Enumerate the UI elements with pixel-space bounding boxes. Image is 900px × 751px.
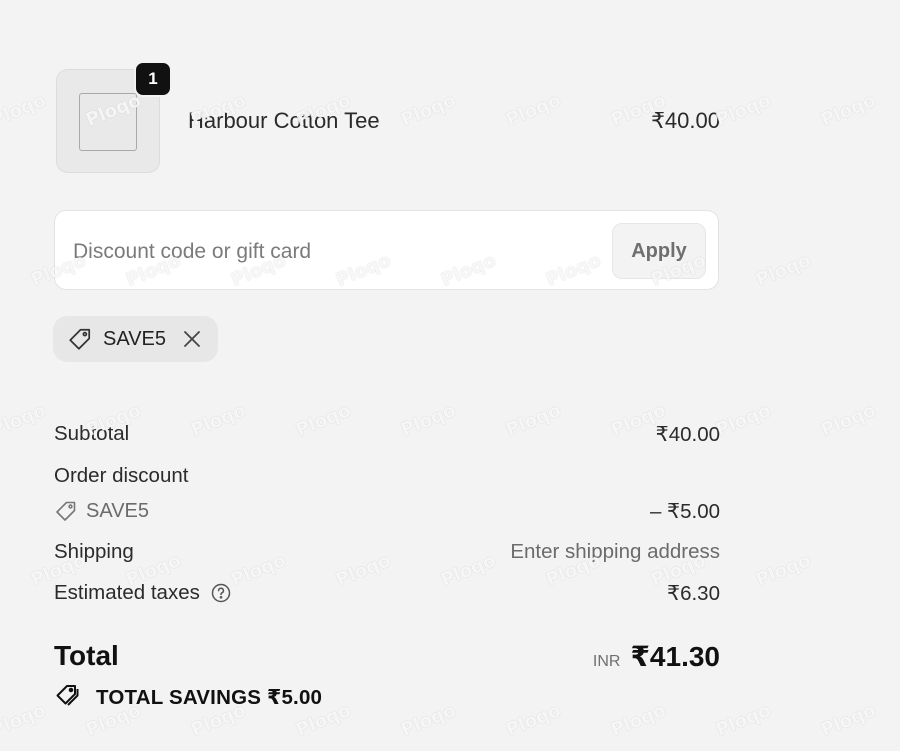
apply-button[interactable]: Apply	[612, 223, 706, 279]
applied-discount-chip: SAVE5	[53, 316, 218, 362]
subtotal-label: Subtotal	[54, 422, 130, 445]
tags-icon	[54, 683, 84, 711]
tag-icon	[67, 326, 93, 352]
total-currency: INR	[592, 653, 621, 670]
watermark-text: Ploqo	[503, 400, 564, 441]
watermark-text: Ploqo	[0, 700, 49, 741]
shipping-value: Enter shipping address	[510, 540, 720, 563]
subtotal-value: ₹40.00	[655, 423, 720, 446]
watermark-text: Ploqo	[713, 90, 774, 131]
watermark-text: Ploqo	[438, 550, 499, 591]
product-price: ₹40.00	[650, 108, 720, 133]
watermark-text: Ploqo	[818, 700, 879, 741]
discount-code-row: SAVE5	[54, 499, 149, 523]
watermark-text: Ploqo	[398, 700, 459, 741]
watermark-text: Ploqo	[0, 90, 49, 131]
watermark-text: Ploqo	[293, 400, 354, 441]
taxes-row: Estimated taxes	[54, 581, 232, 605]
image-placeholder-icon	[79, 93, 137, 151]
watermark-text: Ploqo	[818, 90, 879, 131]
savings-text: TOTAL SAVINGS ₹5.00	[96, 685, 323, 709]
discount-input[interactable]	[71, 231, 595, 273]
total-savings: TOTAL SAVINGS ₹5.00	[54, 683, 322, 711]
watermark-text: Ploqo	[753, 550, 814, 591]
watermark-text: Ploqo	[398, 400, 459, 441]
total-value: ₹41.30	[630, 641, 720, 672]
taxes-value: ₹6.30	[667, 582, 720, 605]
watermark-text: Ploqo	[713, 700, 774, 741]
watermark-text: Ploqo	[188, 400, 249, 441]
discount-field: Apply	[54, 210, 719, 290]
watermark-text: Ploqo	[333, 550, 394, 591]
discount-code: SAVE5	[86, 499, 149, 522]
watermark-text: Ploqo	[753, 250, 814, 291]
applied-code-label: SAVE5	[103, 327, 166, 350]
order-discount-label: Order discount	[54, 464, 189, 487]
total-label: Total	[54, 640, 119, 671]
question-circle-icon[interactable]	[210, 582, 232, 604]
quantity-badge: 1	[134, 61, 172, 97]
shipping-label: Shipping	[54, 540, 134, 563]
watermark-text: Ploqo	[0, 400, 49, 441]
watermark-text: Ploqo	[503, 700, 564, 741]
watermark-text: Ploqo	[818, 400, 879, 441]
watermark-text: Ploqo	[228, 550, 289, 591]
watermark-text: Ploqo	[713, 400, 774, 441]
taxes-label: Estimated taxes	[54, 581, 200, 604]
tag-icon	[54, 499, 78, 523]
watermark-text: Ploqo	[398, 90, 459, 131]
watermark-text: Ploqo	[608, 700, 669, 741]
close-icon[interactable]	[182, 329, 202, 349]
total-amount: INR ₹41.30	[593, 640, 720, 673]
watermark-text: Ploqo	[503, 90, 564, 131]
discount-value: – ₹5.00	[649, 500, 720, 523]
product-name: Harbour Cotton Tee	[188, 108, 380, 133]
